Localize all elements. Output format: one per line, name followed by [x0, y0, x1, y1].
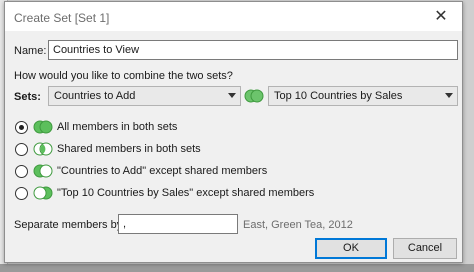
- option-left-except-shared[interactable]: "Countries to Add" except shared members: [15, 163, 267, 179]
- dialog-title: Create Set [Set 1]: [14, 11, 110, 25]
- option-all-members[interactable]: All members in both sets: [15, 119, 177, 135]
- option-label: "Countries to Add" except shared members: [57, 165, 268, 177]
- option-label: All members in both sets: [57, 121, 178, 133]
- name-input[interactable]: Countries to View: [48, 40, 458, 60]
- cancel-button[interactable]: Cancel: [393, 238, 457, 259]
- venn-left-icon: [33, 164, 53, 178]
- radio-all-members[interactable]: [15, 120, 28, 134]
- create-set-dialog: Create Set [Set 1] ✕ Name: Countries to …: [4, 1, 463, 263]
- left-set-value: Countries to Add: [54, 90, 136, 102]
- radio-shared-members[interactable]: [15, 142, 28, 156]
- ok-button[interactable]: OK: [315, 238, 387, 259]
- title-bar: Create Set [Set 1] ✕: [5, 2, 462, 31]
- option-shared-members[interactable]: Shared members in both sets: [15, 141, 201, 157]
- right-set-value: Top 10 Countries by Sales: [274, 90, 403, 102]
- background-app-bottom: [0, 264, 474, 272]
- option-label: "Top 10 Countries by Sales" except share…: [57, 187, 315, 199]
- option-right-except-shared[interactable]: "Top 10 Countries by Sales" except share…: [15, 185, 314, 201]
- separator-input[interactable]: ,: [118, 214, 238, 234]
- venn-union-icon: [33, 120, 53, 134]
- separator-preview: East, Green Tea, 2012: [243, 219, 353, 231]
- radio-right-except-shared[interactable]: [15, 186, 28, 200]
- background-app-panel-right: [463, 0, 474, 272]
- option-label: Shared members in both sets: [57, 143, 201, 155]
- left-set-dropdown[interactable]: Countries to Add: [48, 86, 241, 106]
- venn-intersect-icon: [33, 142, 53, 156]
- radio-left-except-shared[interactable]: [15, 164, 28, 178]
- combine-prompt: How would you like to combine the two se…: [14, 70, 233, 82]
- close-icon: ✕: [434, 8, 448, 25]
- chevron-down-icon: [228, 93, 236, 98]
- venn-right-icon: [33, 186, 53, 200]
- separator-label: Separate members by: [14, 219, 123, 231]
- sets-label: Sets:: [14, 91, 41, 103]
- chevron-down-icon: [445, 93, 453, 98]
- venn-diagram-icon: [244, 89, 264, 103]
- name-label: Name:: [14, 45, 47, 57]
- right-set-dropdown[interactable]: Top 10 Countries by Sales: [268, 86, 458, 106]
- close-button[interactable]: ✕: [424, 5, 458, 27]
